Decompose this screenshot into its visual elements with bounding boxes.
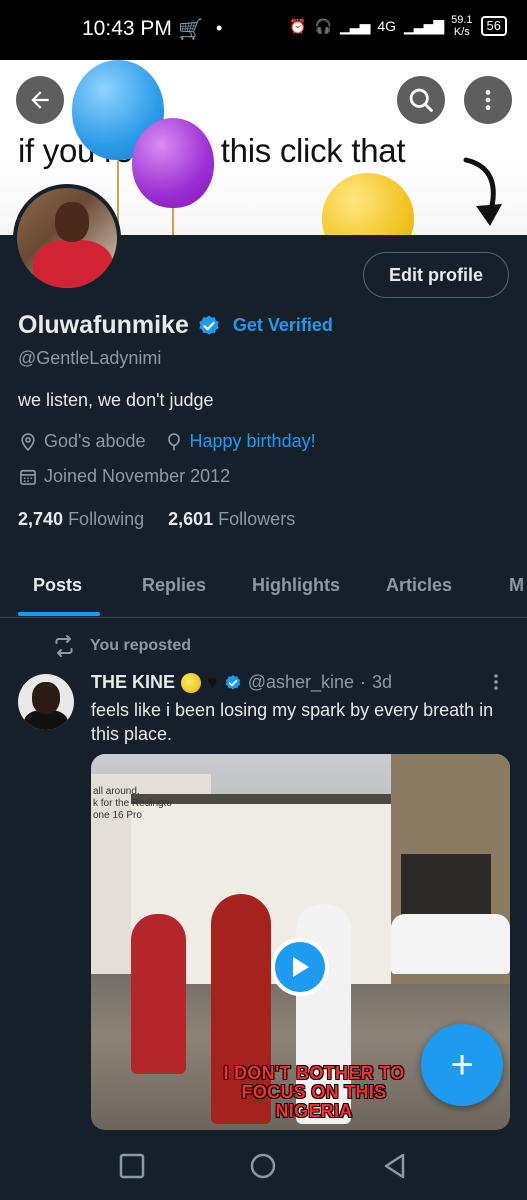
moon-emoji-icon — [181, 672, 202, 693]
balloon-string — [172, 206, 174, 235]
network-speed: 59.1 K/s — [451, 14, 472, 38]
post-author-avatar[interactable] — [18, 674, 74, 730]
tab-articles[interactable]: Articles — [386, 575, 452, 596]
notification-dot-icon: • — [216, 18, 223, 38]
edit-profile-button[interactable]: Edit profile — [363, 252, 509, 298]
headphones-icon: 🎧 — [314, 17, 333, 34]
shopping-cart-icon: 🛒 — [178, 19, 203, 41]
profile-bio: we listen, we don't judge — [18, 390, 214, 410]
compose-post-button[interactable]: + — [421, 1024, 503, 1106]
post-author-name[interactable]: THE KINE — [91, 672, 175, 693]
profile-tabs: Posts Replies Highlights Articles M — [0, 560, 527, 618]
video-sign-text: all around. k for the Redingto one 16 Pr… — [93, 786, 172, 821]
plus-icon: + — [450, 1042, 474, 1087]
arrow-left-icon — [31, 91, 49, 109]
active-tab-indicator — [18, 612, 100, 616]
play-button[interactable] — [271, 938, 329, 996]
location-pin-icon — [21, 432, 35, 451]
signal-icon: ▁▃▅ — [340, 17, 370, 34]
network-speed-unit: K/s — [453, 26, 470, 38]
profile-meta-row: God's abode Happy birthday! — [18, 431, 316, 452]
followers-link[interactable]: 2,601 Followers — [168, 509, 295, 530]
video-car — [391, 914, 510, 974]
profile-location: God's abode — [44, 431, 146, 451]
tab-replies[interactable]: Replies — [142, 575, 206, 596]
curved-arrow-icon — [463, 157, 502, 226]
signal-strength-icon: ▁▃▅▇ — [404, 17, 444, 34]
more-vertical-icon — [494, 674, 498, 690]
following-count: 2,740 — [18, 509, 64, 529]
network-speed-value: 59.1 — [451, 14, 473, 26]
search-icon — [409, 88, 433, 112]
repost-icon — [55, 635, 73, 657]
following-link[interactable]: 2,740 Following — [18, 509, 144, 530]
follow-stats: 2,740 Following 2,601 Followers — [18, 509, 295, 530]
back-button[interactable] — [16, 76, 64, 124]
alarm-icon: ⏰ — [289, 17, 307, 34]
more-options-button[interactable] — [464, 76, 512, 124]
post-timestamp[interactable]: 3d — [372, 672, 392, 693]
more-vertical-icon — [485, 90, 491, 110]
balloon-string — [117, 156, 119, 226]
search-button[interactable] — [397, 76, 445, 124]
followers-count: 2,601 — [168, 509, 214, 529]
status-bar: 10:43 PM 🛒 • ⏰ 🎧 ▁▃▅ 4G ▁▃▅▇ 59.1 K/s 56 — [0, 0, 527, 60]
tab-highlights[interactable]: Highlights — [252, 575, 340, 596]
play-button-inner — [275, 942, 325, 992]
repost-indicator: You reposted — [52, 634, 191, 658]
avatar-photo — [17, 188, 117, 288]
post-more-button[interactable] — [488, 672, 504, 698]
home-icon[interactable] — [249, 1152, 277, 1180]
repost-label: You reposted — [90, 637, 192, 654]
verified-badge-icon — [225, 674, 240, 690]
purple-balloon-image — [132, 118, 214, 208]
birthday-link[interactable]: Happy birthday! — [190, 431, 316, 452]
status-right-group: ⏰ 🎧 ▁▃▅ 4G ▁▃▅▇ 59.1 K/s 56 — [289, 14, 507, 38]
status-time: 10:43 PM — [82, 17, 172, 40]
verified-badge-icon[interactable] — [197, 314, 221, 338]
video-person — [131, 914, 186, 1074]
tab-posts[interactable]: Posts — [33, 575, 82, 596]
post-author-handle[interactable]: @asher_kine — [248, 672, 354, 693]
profile-joined-row: Joined November 2012 — [18, 466, 230, 487]
post-text: feels like i been losing my spark by eve… — [91, 700, 494, 744]
post-separator: · — [360, 672, 367, 692]
profile-name-row: Oluwafunmike Get Verified — [18, 311, 333, 340]
post-header: THE KINE ♥ @asher_kine · 3d — [91, 672, 392, 693]
yellow-balloon-image — [322, 173, 414, 235]
profile-name: Oluwafunmike — [18, 311, 189, 339]
balloon-icon — [167, 432, 180, 450]
post-avatar-figure-face — [32, 682, 60, 714]
battery-level: 56 — [480, 16, 507, 36]
profile-joined-date: Joined November 2012 — [44, 466, 231, 486]
recent-apps-icon[interactable] — [118, 1152, 146, 1180]
avatar-figure-body — [33, 240, 113, 288]
back-nav-icon[interactable] — [381, 1152, 409, 1180]
followers-label: Followers — [218, 509, 296, 529]
profile-handle: @GentleLadynimi — [18, 348, 162, 368]
network-type: 4G — [377, 18, 397, 34]
calendar-icon — [20, 469, 36, 485]
avatar-figure-face — [55, 202, 89, 242]
system-nav-bar — [0, 1130, 527, 1200]
profile-avatar[interactable] — [13, 184, 121, 292]
video-caption: I DON'T BOTHER TO FOCUS ON THIS NIGERIA — [223, 1063, 405, 1121]
following-label: Following — [68, 509, 145, 529]
tab-media[interactable]: M — [509, 575, 524, 596]
get-verified-link[interactable]: Get Verified — [233, 315, 333, 336]
play-icon — [293, 957, 309, 977]
black-heart-emoji-icon: ♥ — [207, 672, 218, 692]
